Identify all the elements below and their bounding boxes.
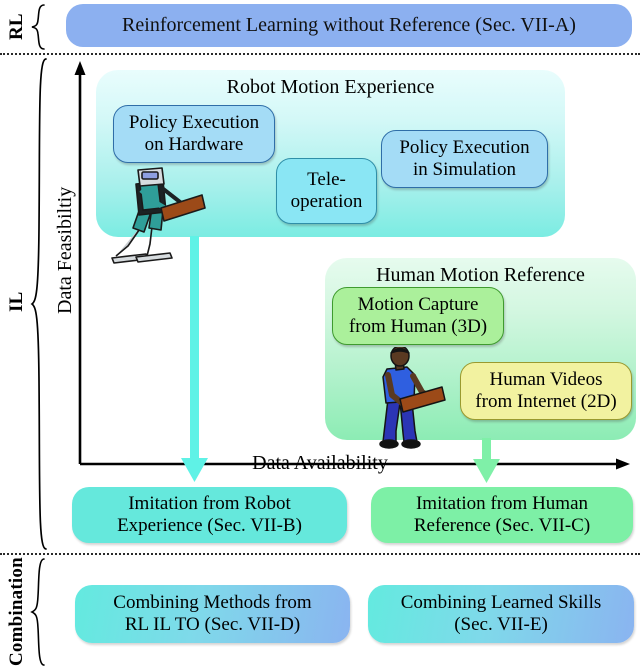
box-motion-capture-from-human[interactable]: Motion Capture from Human (3D): [332, 287, 504, 345]
box-motion-capture-from-human-line2: from Human (3D): [348, 316, 488, 337]
box-combining-methods-line2: RL IL TO (Sec. VII-D): [124, 614, 301, 635]
box-human-videos-from-internet-line1: Human Videos: [489, 368, 603, 390]
x-axis-label: Data Availability: [252, 452, 388, 474]
box-tele-operation-line2: operation: [290, 191, 363, 212]
box-motion-capture-from-human-line1: Motion Capture: [357, 293, 479, 315]
box-imitation-from-robot-experience[interactable]: Imitation from Robot Experience (Sec. VI…: [72, 487, 347, 543]
section-label-rl: RL: [6, 13, 27, 41]
box-combining-methods-line1: Combining Methods from: [113, 591, 312, 613]
group-robot-title: Robot Motion Experience: [226, 76, 435, 98]
box-policy-execution-on-hardware-line1: Policy Execution: [128, 111, 260, 133]
box-imitation-from-human-reference-line2: Reference (Sec. VII-C): [413, 515, 591, 536]
box-imitation-from-human-reference[interactable]: Imitation from Human Reference (Sec. VII…: [371, 487, 633, 543]
divider-il-combination: [0, 553, 640, 555]
section-label-il: IL: [6, 291, 27, 313]
box-policy-execution-on-hardware[interactable]: Policy Execution on Hardware: [113, 105, 275, 163]
box-imitation-from-robot-experience-line2: Experience (Sec. VII-B): [117, 515, 302, 536]
rl-box[interactable]: Reinforcement Learning without Reference…: [66, 4, 632, 47]
box-combining-learned-skills-line2: (Sec. VII-E): [454, 614, 548, 635]
box-combining-methods[interactable]: Combining Methods from RL IL TO (Sec. VI…: [75, 585, 350, 643]
box-human-videos-from-internet-line2: from Internet (2D): [475, 391, 617, 412]
brace-combination: [30, 558, 46, 666]
person-carrying-board-icon: [379, 347, 446, 449]
box-policy-execution-in-simulation-line2: in Simulation: [413, 159, 516, 180]
diagram-canvas: RL Reinforcement Learning without Refere…: [0, 0, 640, 669]
box-tele-operation-line1: Tele-: [307, 168, 346, 190]
brace-rl: [30, 4, 46, 50]
rl-box-label: Reinforcement Learning without Reference…: [122, 13, 576, 36]
box-tele-operation[interactable]: Tele- operation: [276, 158, 377, 224]
group-human-title: Human Motion Reference: [376, 264, 585, 286]
flow-arrow-robot: [181, 236, 208, 482]
box-imitation-from-robot-experience-line1: Imitation from Robot: [128, 492, 291, 514]
y-axis-label: Data Feasibiltiy: [54, 186, 76, 314]
box-policy-execution-in-simulation-line1: Policy Execution: [399, 136, 530, 158]
box-imitation-from-human-reference-line1: Imitation from Human: [415, 492, 589, 514]
box-policy-execution-in-simulation[interactable]: Policy Execution in Simulation: [381, 130, 548, 188]
box-policy-execution-on-hardware-line2: on Hardware: [144, 134, 244, 155]
brace-il: [30, 58, 48, 550]
box-combining-learned-skills[interactable]: Combining Learned Skills (Sec. VII-E): [368, 585, 634, 643]
divider-rl-il: [0, 53, 640, 55]
section-label-combination: Combination: [6, 557, 27, 666]
box-combining-learned-skills-line1: Combining Learned Skills: [400, 591, 602, 613]
box-human-videos-from-internet[interactable]: Human Videos from Internet (2D): [460, 362, 632, 420]
flow-arrow-human: [473, 438, 500, 483]
